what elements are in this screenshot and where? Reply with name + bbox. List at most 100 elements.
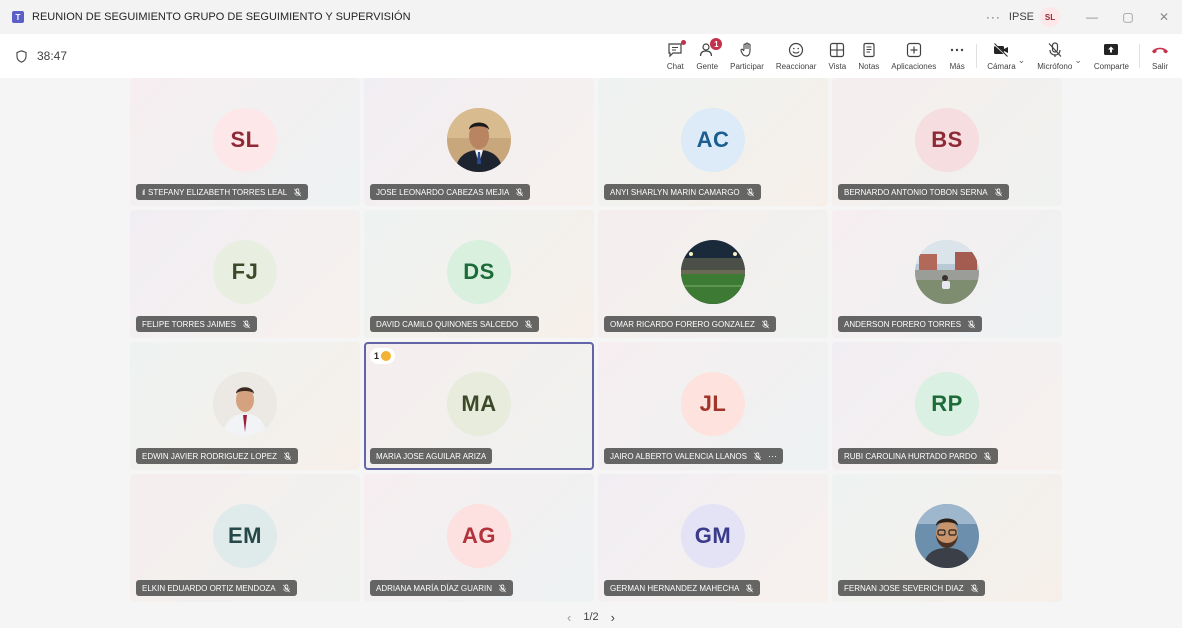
mic-muted-icon	[968, 320, 975, 328]
share-button[interactable]: Comparte	[1088, 34, 1135, 78]
participant-tile[interactable]: OMAR RICARDO FORERO GONZALEZ	[598, 210, 828, 338]
raise-hand-label: Participar	[730, 62, 764, 71]
participant-name: RUBI CAROLINA HURTADO PARDO	[844, 451, 977, 461]
participant-name-tag: ıl STEFANY ELIZABETH TORRES LEAL	[136, 184, 309, 200]
restore-button[interactable]: ▢	[1110, 0, 1146, 34]
mic-muted-icon	[284, 452, 291, 460]
hand-icon	[740, 42, 751, 57]
participant-name-tag: DAVID CAMILO QUINONES SALCEDO	[370, 316, 540, 332]
participant-name-tag: RUBI CAROLINA HURTADO PARDO	[838, 448, 998, 464]
participant-name-tag: FELIPE TORRES JAIMES	[136, 316, 257, 332]
mic-off-icon	[1048, 42, 1062, 57]
prev-page-button[interactable]: ‹	[567, 610, 571, 625]
toolbar-actions: Chat 1 Gente Participar Reaccionar Vista…	[660, 34, 1176, 78]
window-title: REUNION DE SEGUIMIENTO GRUPO DE SEGUIMIE…	[32, 11, 411, 23]
participant-name-tag: ANDERSON FORERO TORRES	[838, 316, 983, 332]
participant-tile[interactable]: EDWIN JAVIER RODRIGUEZ LOPEZ	[130, 342, 360, 470]
participant-name-tag: ANYI SHARLYN MARIN CAMARGO	[604, 184, 761, 200]
raise-hand-button[interactable]: Participar	[724, 34, 770, 78]
participant-name: GERMAN HERNANDEZ MAHECHA	[610, 583, 740, 593]
people-label: Gente	[696, 62, 719, 71]
participant-tile[interactable]: AG ADRIANA MARÍA DÍAZ GUARIN	[364, 474, 594, 602]
participant-name-tag: OMAR RICARDO FORERO GONZALEZ	[604, 316, 776, 332]
participant-name: OMAR RICARDO FORERO GONZALEZ	[610, 319, 755, 329]
title-bar: T REUNION DE SEGUIMIENTO GRUPO DE SEGUIM…	[0, 0, 1182, 34]
participant-tile[interactable]: AC ANYI SHARLYN MARIN CAMARGO	[598, 78, 828, 206]
participant-tile[interactable]: FJ FELIPE TORRES JAIMES	[130, 210, 360, 338]
signal-bars-icon: ıl	[142, 187, 145, 197]
teams-logo-icon: T	[12, 11, 24, 23]
meeting-toolbar: 38:47 Chat 1 Gente Participar Reaccionar…	[0, 34, 1182, 78]
mic-muted-icon	[243, 320, 250, 328]
participant-name-tag: GERMAN HERNANDEZ MAHECHA	[604, 580, 761, 596]
notes-button[interactable]: Notas	[852, 34, 885, 78]
mic-label: Micrófono	[1037, 62, 1073, 71]
mic-muted-icon	[516, 188, 524, 196]
participant-name-tag: JOSE LEONARDO CABEZAS MEJIA	[370, 184, 531, 200]
share-screen-icon	[1104, 44, 1119, 55]
next-page-button[interactable]: ›	[611, 610, 615, 625]
participant-name: FELIPE TORRES JAIMES	[142, 319, 236, 329]
camera-off-icon	[993, 43, 1009, 57]
mic-muted-icon	[525, 320, 533, 328]
participant-name-tag: ELKIN EDUARDO ORTIZ MENDOZA	[136, 580, 297, 596]
camera-label: Cámara	[987, 62, 1016, 71]
more-options-icon[interactable]: ···	[986, 10, 1001, 24]
participant-name: ADRIANA MARÍA DÍAZ GUARIN	[376, 583, 493, 593]
raised-hand-order: 1	[374, 351, 380, 361]
more-label: Más	[949, 62, 965, 71]
toolbar-divider	[1139, 44, 1140, 68]
chat-label: Chat	[666, 62, 684, 71]
participant-name-tag: BERNARDO ANTONIO TOBON SERNA	[838, 184, 1009, 200]
notes-icon	[863, 42, 875, 58]
react-button[interactable]: Reaccionar	[770, 34, 822, 78]
participant-tile[interactable]: ANDERSON FORERO TORRES	[832, 210, 1062, 338]
mic-muted-icon	[994, 188, 1002, 196]
participant-tile[interactable]: EM ELKIN EDUARDO ORTIZ MENDOZA	[130, 474, 360, 602]
grid-view-icon	[830, 42, 845, 58]
raised-hand-badge: 1	[370, 348, 396, 364]
page-indicator: 1/2	[583, 611, 599, 623]
participant-name-tag: JAIRO ALBERTO VALENCIA LLANOS ···	[604, 448, 783, 464]
participant-tile[interactable]: MA 1 MARIA JOSE AGUILAR ARIZA	[364, 342, 594, 470]
org-name[interactable]: IPSE	[1009, 11, 1034, 23]
participant-tile[interactable]: SL ıl STEFANY ELIZABETH TORRES LEAL	[130, 78, 360, 206]
participant-photo	[915, 240, 979, 304]
participant-tile[interactable]: BS BERNARDO ANTONIO TOBON SERNA	[832, 78, 1062, 206]
participant-photo	[213, 372, 277, 436]
my-avatar[interactable]: SL	[1040, 7, 1060, 27]
participant-avatar: EM	[213, 504, 277, 568]
participant-tile[interactable]: RP RUBI CAROLINA HURTADO PARDO	[832, 342, 1062, 470]
participant-tile[interactable]: GM GERMAN HERNANDEZ MAHECHA	[598, 474, 828, 602]
participant-avatar: AC	[681, 108, 745, 172]
leave-button[interactable]: Salir	[1144, 34, 1176, 78]
participant-name: ANDERSON FORERO TORRES	[844, 319, 962, 329]
participant-more-icon[interactable]: ···	[768, 451, 777, 461]
react-label: Reaccionar	[775, 62, 817, 71]
participant-avatar: MA	[447, 372, 511, 436]
close-button[interactable]: ✕	[1146, 0, 1182, 34]
participant-tile[interactable]: DS DAVID CAMILO QUINONES SALCEDO	[364, 210, 594, 338]
more-button[interactable]: Más	[942, 34, 972, 78]
grid-pager: ‹ 1/2 ›	[0, 606, 1182, 628]
participant-name-tag: ADRIANA MARÍA DÍAZ GUARIN	[370, 580, 514, 596]
view-label: Vista	[828, 62, 847, 71]
view-button[interactable]: Vista	[822, 34, 852, 78]
apps-button[interactable]: Aplicaciones	[885, 34, 942, 78]
mic-muted-icon	[282, 584, 290, 592]
toolbar-divider	[976, 44, 978, 68]
participant-name-tag: MARIA JOSE AGUILAR ARIZA	[370, 448, 493, 464]
participant-tile[interactable]: JL JAIRO ALBERTO VALENCIA LLANOS ···	[598, 342, 828, 470]
participant-name-tag: EDWIN JAVIER RODRIGUEZ LOPEZ	[136, 448, 298, 464]
participant-name: MARIA JOSE AGUILAR ARIZA	[376, 451, 487, 461]
participant-name: JAIRO ALBERTO VALENCIA LLANOS	[610, 451, 747, 461]
camera-button[interactable]: Cámara	[981, 34, 1021, 78]
minimize-button[interactable]: —	[1074, 0, 1110, 34]
mic-muted-icon	[746, 584, 754, 592]
participant-tile[interactable]: JOSE LEONARDO CABEZAS MEJIA	[364, 78, 594, 206]
people-button[interactable]: 1 Gente	[690, 34, 724, 78]
mic-button[interactable]: Micrófono	[1031, 34, 1078, 78]
hang-up-icon	[1152, 47, 1168, 54]
participant-tile[interactable]: FERNAN JOSE SEVERICH DIAZ	[832, 474, 1062, 602]
chat-button[interactable]: Chat	[660, 34, 690, 78]
